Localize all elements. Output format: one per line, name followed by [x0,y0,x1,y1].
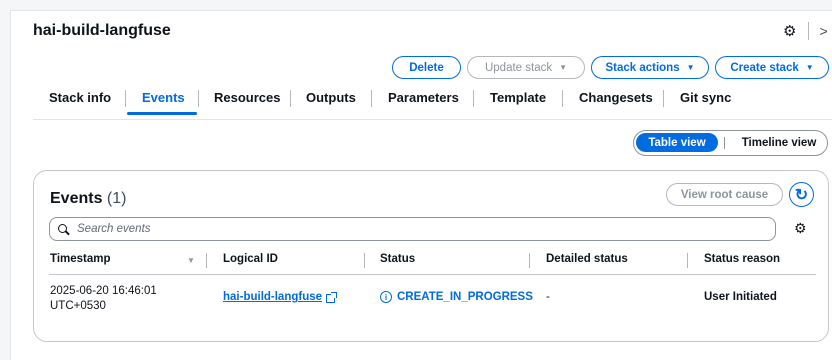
detailed-status-cell: - [546,291,550,303]
logical-id-link[interactable]: hai-build-langfuse [223,291,338,303]
tab-divider [663,90,664,107]
events-count: (1) [106,190,127,207]
create-stack-button[interactable]: Create stack ▼ [715,56,829,79]
timestamp-zone: UTC+0530 [50,300,106,312]
column-header-status-reason[interactable]: Status reason [704,253,780,265]
tab-resources[interactable]: Resources [214,88,280,108]
sort-down-icon[interactable]: ▼ [187,256,195,265]
search-field[interactable] [49,217,776,241]
events-heading: Events (1) [50,190,126,208]
column-divider [364,253,365,268]
tab-divider [371,90,372,107]
timestamp-cell: 2025-06-20 16:46:01 UTC+0530 [50,284,157,314]
stack-actions-label: Stack actions [605,61,680,74]
tab-events[interactable]: Events [142,88,185,108]
column-divider [529,253,530,268]
logical-id-text: hai-build-langfuse [223,291,323,303]
timeline-view-button[interactable]: Timeline view [732,133,826,152]
page-title: hai-build-langfuse [33,22,171,39]
chevron-right-icon[interactable]: > [819,23,827,39]
create-stack-label: Create stack [730,61,799,74]
refresh-icon: ↻ [794,186,809,204]
timestamp-date: 2025-06-20 16:46:01 [50,285,157,297]
caret-down-icon: ▼ [559,63,568,72]
search-icon [58,223,70,235]
tab-divider [198,90,199,107]
tab-divider [562,90,563,107]
search-input[interactable] [77,223,757,235]
delete-button-label: Delete [409,61,444,74]
caret-down-icon: ▼ [805,63,814,72]
column-header-timestamp[interactable]: Timestamp [50,253,111,265]
table-view-button[interactable]: Table view [636,133,718,152]
tab-git-sync[interactable]: Git sync [680,88,731,108]
view-toggle: Table view Timeline view [633,130,828,156]
header-icons: ⚙ > [783,22,828,40]
events-container: Events (1) View root cause ↻ ⚙ Timestamp… [33,170,829,342]
column-divider [687,253,688,268]
gear-icon[interactable]: ⚙ [794,220,807,237]
column-header-logical-id[interactable]: Logical ID [223,253,278,265]
tab-outputs[interactable]: Outputs [306,88,356,108]
tabs-divider [33,119,832,120]
tab-divider [125,90,126,107]
delete-button[interactable]: Delete [392,56,461,79]
active-tab-indicator [127,112,197,115]
external-link-icon [326,291,338,303]
column-divider [206,253,207,268]
tab-bar: Stack info Events Resources Outputs Para… [0,88,832,118]
tab-changesets[interactable]: Changesets [579,88,653,108]
update-stack-button[interactable]: Update stack ▼ [467,56,585,79]
status-cell: i CREATE_IN_PROGRESS [380,291,533,303]
header-divider [49,274,816,275]
gear-icon[interactable]: ⚙ [783,22,796,40]
info-icon: i [380,291,392,303]
tab-parameters[interactable]: Parameters [388,88,459,108]
tab-template[interactable]: Template [490,88,546,108]
column-header-detailed-status[interactable]: Detailed status [546,253,628,265]
status-text: CREATE_IN_PROGRESS [397,291,533,303]
toggle-divider [724,137,725,149]
status-reason-cell: User Initiated [704,291,777,303]
caret-down-icon: ▼ [686,63,695,72]
view-root-cause-button[interactable]: View root cause [666,183,783,206]
update-stack-label: Update stack [484,61,553,74]
events-title: Events [50,190,103,207]
tab-divider [473,90,474,107]
stack-actions-button[interactable]: Stack actions ▼ [591,56,709,79]
refresh-button[interactable]: ↻ [789,182,814,207]
divider [808,22,810,40]
tab-stack-info[interactable]: Stack info [49,88,111,108]
column-header-status[interactable]: Status [380,253,415,265]
tab-divider [290,90,291,107]
